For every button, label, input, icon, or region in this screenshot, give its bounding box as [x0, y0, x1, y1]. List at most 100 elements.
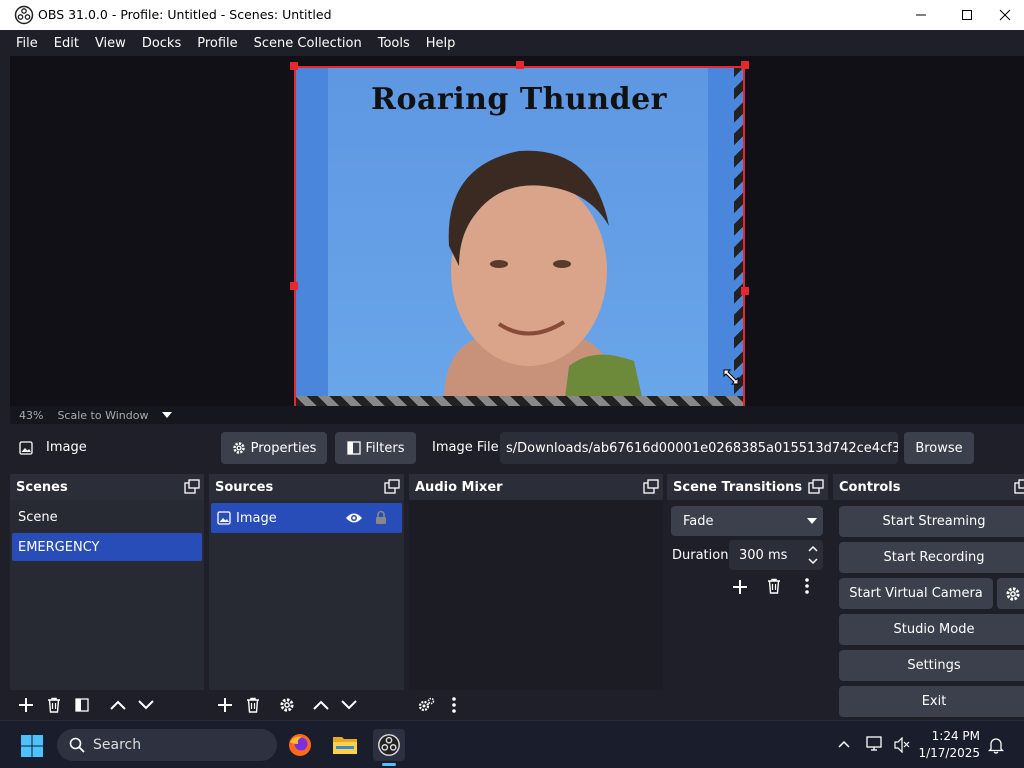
selected-source-name: Image	[46, 440, 87, 455]
spin-up-icon[interactable]	[808, 545, 818, 552]
scale-mode-select[interactable]: Scale to Window	[57, 409, 148, 422]
move-source-down-button[interactable]	[335, 692, 363, 718]
remove-source-button[interactable]	[239, 692, 267, 718]
scene-item[interactable]: Scene	[12, 503, 202, 531]
obs-logo-icon	[14, 5, 34, 25]
firefox-taskbar-button[interactable]	[284, 729, 316, 761]
source-properties-button[interactable]	[273, 692, 301, 718]
chevron-up-icon[interactable]	[838, 740, 850, 748]
preview-canvas[interactable]: Roaring Thunder	[10, 56, 1024, 406]
menu-profile[interactable]: Profile	[189, 36, 245, 51]
menu-file[interactable]: File	[8, 36, 46, 51]
image-source-icon	[19, 441, 33, 455]
more-vertical-icon[interactable]	[805, 578, 809, 594]
windows-start-icon[interactable]	[20, 734, 44, 758]
add-source-button[interactable]	[211, 692, 239, 718]
start-streaming-button[interactable]: Start Streaming	[839, 506, 1024, 537]
remove-scene-button[interactable]	[40, 692, 68, 718]
spin-down-icon[interactable]	[808, 558, 818, 565]
close-icon	[999, 9, 1011, 21]
menu-bar: File Edit View Docks Profile Scene Colle…	[0, 30, 1024, 56]
scene-transitions-title: Scene Transitions	[673, 479, 803, 495]
scenes-dock-header: Scenes	[10, 474, 204, 500]
network-icon[interactable]	[866, 736, 884, 752]
scenes-dock-title: Scenes	[16, 479, 68, 495]
resize-handle-top-left[interactable]	[290, 62, 298, 70]
plus-icon[interactable]	[731, 578, 749, 596]
image-file-path-text: s/Downloads/ab67616d00001e0268385a015513…	[506, 440, 898, 456]
taskbar-search[interactable]: Search	[57, 729, 277, 761]
scene-item[interactable]: EMERGENCY	[12, 533, 202, 561]
scene-filters-button[interactable]	[68, 692, 96, 718]
menu-tools[interactable]: Tools	[370, 36, 418, 51]
lock-icon[interactable]	[375, 510, 387, 525]
source-item[interactable]: Image	[211, 503, 402, 533]
gear-icon	[1006, 586, 1020, 601]
minimize-button[interactable]	[898, 0, 944, 30]
clock-date: 1/17/2025	[918, 746, 980, 760]
audio-mixer-body	[409, 500, 663, 690]
notification-bell-icon[interactable]	[988, 736, 1004, 754]
audio-mixer-header: Audio Mixer	[409, 474, 663, 500]
firefox-icon	[289, 734, 311, 756]
undock-icon[interactable]	[184, 479, 200, 495]
move-scene-down-button[interactable]	[132, 692, 160, 718]
duration-spinbox[interactable]: 300 ms	[729, 540, 823, 570]
controls-title: Controls	[839, 479, 901, 495]
trash-icon	[48, 697, 60, 713]
browse-button[interactable]: Browse	[904, 432, 974, 464]
transition-select[interactable]: Fade	[671, 506, 823, 536]
file-explorer-taskbar-button[interactable]	[329, 729, 361, 761]
resize-handle-right[interactable]	[741, 287, 749, 295]
selection-bounding-box	[294, 66, 745, 406]
move-source-up-button[interactable]	[307, 692, 335, 718]
menu-edit[interactable]: Edit	[46, 36, 87, 51]
menu-view[interactable]: View	[87, 36, 134, 51]
system-clock[interactable]: 1:24 PM 1/17/2025	[918, 728, 980, 762]
maximize-icon	[962, 10, 972, 20]
trash-icon	[247, 697, 259, 713]
speaker-muted-icon[interactable]	[894, 737, 910, 753]
properties-button[interactable]: Properties	[221, 432, 327, 464]
properties-label: Properties	[250, 440, 317, 456]
source-list: Image	[209, 500, 404, 690]
resize-handle-top[interactable]	[516, 61, 524, 69]
audio-mixer-menu-button[interactable]	[440, 692, 468, 718]
advanced-audio-button[interactable]	[412, 692, 440, 718]
menu-scene-collection[interactable]: Scene Collection	[246, 36, 370, 51]
chevron-up-icon	[313, 700, 329, 710]
exit-button[interactable]: Exit	[839, 686, 1024, 717]
scenes-dock: Scenes Scene EMERGENCY	[10, 474, 204, 720]
settings-button[interactable]: Settings	[839, 650, 1024, 681]
resize-cursor-icon	[723, 369, 739, 385]
undock-icon[interactable]	[808, 479, 824, 495]
gear-icon	[280, 698, 294, 712]
filters-icon	[75, 698, 89, 712]
menu-help[interactable]: Help	[418, 36, 464, 51]
close-button[interactable]	[986, 0, 1024, 30]
menu-docks[interactable]: Docks	[134, 36, 189, 51]
image-file-path-field[interactable]: s/Downloads/ab67616d00001e0268385a015513…	[500, 432, 898, 464]
start-recording-button[interactable]: Start Recording	[839, 542, 1024, 573]
sources-dock-toolbar	[209, 690, 404, 720]
add-scene-button[interactable]	[12, 692, 40, 718]
trash-icon[interactable]	[766, 578, 782, 594]
resize-handle-top-right[interactable]	[741, 61, 749, 69]
chevron-down-icon	[807, 518, 817, 524]
window-title: OBS 31.0.0 - Profile: Untitled - Scenes:…	[38, 7, 332, 22]
chevron-down-icon[interactable]	[162, 412, 173, 418]
obs-taskbar-button[interactable]	[373, 729, 405, 766]
eye-icon[interactable]	[345, 511, 363, 525]
search-icon	[69, 737, 85, 753]
undock-icon[interactable]	[384, 479, 400, 495]
studio-mode-button[interactable]: Studio Mode	[839, 614, 1024, 645]
maximize-button[interactable]	[944, 0, 990, 30]
undock-icon[interactable]	[643, 479, 659, 495]
virtual-camera-settings-button[interactable]	[997, 578, 1024, 609]
move-scene-up-button[interactable]	[104, 692, 132, 718]
undock-icon[interactable]	[1014, 479, 1024, 495]
filters-button[interactable]: Filters	[335, 432, 416, 464]
audio-mixer-toolbar	[409, 690, 663, 720]
start-virtual-camera-button[interactable]: Start Virtual Camera	[839, 578, 993, 609]
resize-handle-left[interactable]	[290, 282, 298, 290]
